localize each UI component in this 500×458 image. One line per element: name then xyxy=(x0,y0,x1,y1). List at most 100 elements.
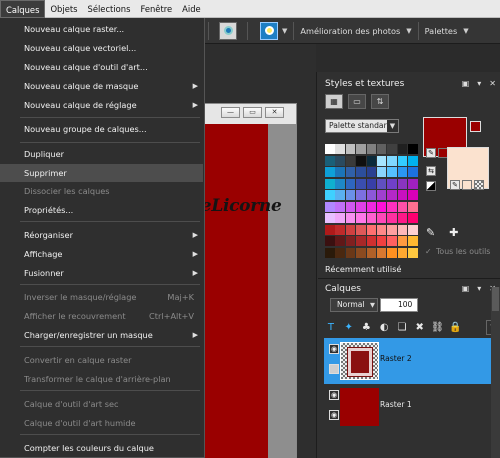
color-swatch[interactable] xyxy=(356,144,366,154)
color-swatch[interactable] xyxy=(325,201,335,212)
reset-colors-icon[interactable] xyxy=(426,181,436,191)
menu-item-merge[interactable]: Fusionner ▶ xyxy=(0,264,203,282)
swatches-tab-icon[interactable]: ▦ xyxy=(325,94,343,109)
color-swatch[interactable] xyxy=(356,167,366,177)
color-swatch[interactable] xyxy=(356,224,366,235)
new-vector-layer-icon[interactable]: ✦ xyxy=(342,320,356,335)
menu-item-new-art-media-layer[interactable]: Nouveau calque d'outil d'art... xyxy=(0,58,203,76)
color-swatch[interactable] xyxy=(356,213,366,223)
color-swatch[interactable] xyxy=(376,224,387,235)
close-button[interactable]: ✕ xyxy=(265,107,284,118)
color-swatch[interactable] xyxy=(376,144,387,154)
color-swatch[interactable] xyxy=(345,144,356,154)
color-swatch[interactable] xyxy=(376,236,387,246)
frame-tab-icon[interactable]: ▭ xyxy=(348,94,366,109)
color-swatch[interactable] xyxy=(335,190,345,200)
color-swatch[interactable] xyxy=(366,167,377,177)
bg-color-mode-icon[interactable]: ✎ xyxy=(450,180,460,190)
eyedropper-icon[interactable]: ✎ xyxy=(426,226,435,239)
color-swatch[interactable] xyxy=(345,178,356,189)
color-swatch[interactable] xyxy=(325,213,335,223)
layer-visibility-icon[interactable]: ◉ xyxy=(329,390,339,400)
palette-select[interactable]: Palette standard ▼ xyxy=(325,119,399,133)
color-swatch[interactable] xyxy=(387,201,397,212)
layer-lock-icon[interactable]: ◉ xyxy=(329,410,339,420)
color-swatch[interactable] xyxy=(345,236,356,246)
color-swatch[interactable] xyxy=(335,224,345,235)
color-mode-icon[interactable]: ✎ xyxy=(426,148,436,158)
delete-layer-icon[interactable]: ✖ xyxy=(413,320,427,335)
color-swatch[interactable] xyxy=(325,167,335,177)
color-swatch[interactable] xyxy=(366,236,377,246)
color-swatch[interactable] xyxy=(376,190,387,200)
color-swatch[interactable] xyxy=(335,236,345,246)
menu-item-view-overlay[interactable]: Afficher le recouvrement Ctrl+Alt+V xyxy=(0,307,203,325)
menu-item-load-save-mask[interactable]: Charger/enregistrer un masque ▶ xyxy=(0,326,203,344)
color-swatch[interactable] xyxy=(408,201,418,212)
color-swatch[interactable] xyxy=(387,144,397,154)
chevron-down-icon[interactable]: ▼ xyxy=(463,27,468,35)
menu-item-new-adjustment-layer[interactable]: Nouveau calque de réglage ▶ xyxy=(0,96,203,114)
color-swatch[interactable] xyxy=(376,213,387,223)
color-swatch[interactable] xyxy=(408,144,418,154)
color-swatch[interactable] xyxy=(356,201,366,212)
color-swatch[interactable] xyxy=(335,155,345,166)
color-swatch[interactable] xyxy=(397,155,408,166)
color-swatch[interactable] xyxy=(366,247,377,258)
layer-visibility-icon[interactable]: ◉ xyxy=(329,344,339,354)
one-step-photo-fix-icon[interactable] xyxy=(219,21,237,40)
swap-colors-icon[interactable]: ⇆ xyxy=(426,166,436,176)
opacity-field[interactable]: 100 xyxy=(380,298,418,312)
color-swatch[interactable] xyxy=(397,167,408,177)
color-swatch[interactable] xyxy=(397,201,408,212)
color-swatch[interactable] xyxy=(397,224,408,235)
color-swatch[interactable] xyxy=(366,155,377,166)
color-swatch[interactable] xyxy=(335,201,345,212)
panel-close-icon[interactable]: ✕ xyxy=(489,76,496,92)
color-swatch[interactable] xyxy=(356,155,366,166)
enhance-photo-icon[interactable] xyxy=(260,21,278,40)
new-adjustment-layer-icon[interactable]: ◐ xyxy=(377,320,391,335)
color-swatch[interactable] xyxy=(366,190,377,200)
layers-scrollbar[interactable] xyxy=(491,287,500,458)
color-swatch[interactable] xyxy=(387,224,397,235)
color-swatch[interactable] xyxy=(325,247,335,258)
new-raster-layer-icon[interactable]: T xyxy=(324,320,338,335)
foreground-mini-swatch[interactable] xyxy=(470,121,481,132)
color-swatch[interactable] xyxy=(366,213,377,223)
color-swatch[interactable] xyxy=(408,213,418,223)
color-swatch[interactable] xyxy=(376,247,387,258)
menu-item-properties[interactable]: Propriétés... xyxy=(0,201,203,219)
color-swatch[interactable] xyxy=(345,167,356,177)
add-icon[interactable]: ✚ xyxy=(449,226,458,239)
menu-fenetre[interactable]: Fenêtre xyxy=(135,0,177,18)
color-swatch[interactable] xyxy=(408,247,418,258)
color-swatch[interactable] xyxy=(356,190,366,200)
menu-item-new-layer-group[interactable]: Nouveau groupe de calques... xyxy=(0,120,203,138)
photo-enhancement-button[interactable]: Amélioration des photos xyxy=(300,22,400,40)
color-swatch[interactable] xyxy=(408,167,418,177)
color-swatch[interactable] xyxy=(387,236,397,246)
menu-item-new-raster-layer[interactable]: Nouveau calque raster... xyxy=(0,20,203,38)
menu-item-new-vector-layer[interactable]: Nouveau calque vectoriel... xyxy=(0,39,203,57)
color-swatch[interactable] xyxy=(408,236,418,246)
lock-icon[interactable]: 🔒 xyxy=(448,320,462,335)
color-swatch[interactable] xyxy=(387,178,397,189)
palettes-button[interactable]: Palettes xyxy=(425,22,458,40)
color-swatch[interactable] xyxy=(376,155,387,166)
menu-item-count-layer-colors[interactable]: Compter les couleurs du calque xyxy=(0,439,203,457)
color-swatch[interactable] xyxy=(376,178,387,189)
chevron-down-icon[interactable]: ▼ xyxy=(406,27,411,35)
color-swatch[interactable] xyxy=(356,236,366,246)
layer-lock-icon[interactable] xyxy=(329,364,339,374)
color-swatch[interactable] xyxy=(366,144,377,154)
color-swatch[interactable] xyxy=(345,155,356,166)
panel-maximize-icon[interactable]: ▣ xyxy=(462,76,470,92)
color-swatch[interactable] xyxy=(325,155,335,166)
color-swatch[interactable] xyxy=(387,167,397,177)
layer-row-raster-1[interactable]: ◉ ◉ Raster 1 xyxy=(324,384,500,430)
color-swatch[interactable] xyxy=(387,247,397,258)
menu-calques[interactable]: Calques xyxy=(0,0,46,18)
menu-item-promote-background[interactable]: Transformer le calque d'arrière-plan xyxy=(0,370,203,388)
color-swatch[interactable] xyxy=(366,224,377,235)
